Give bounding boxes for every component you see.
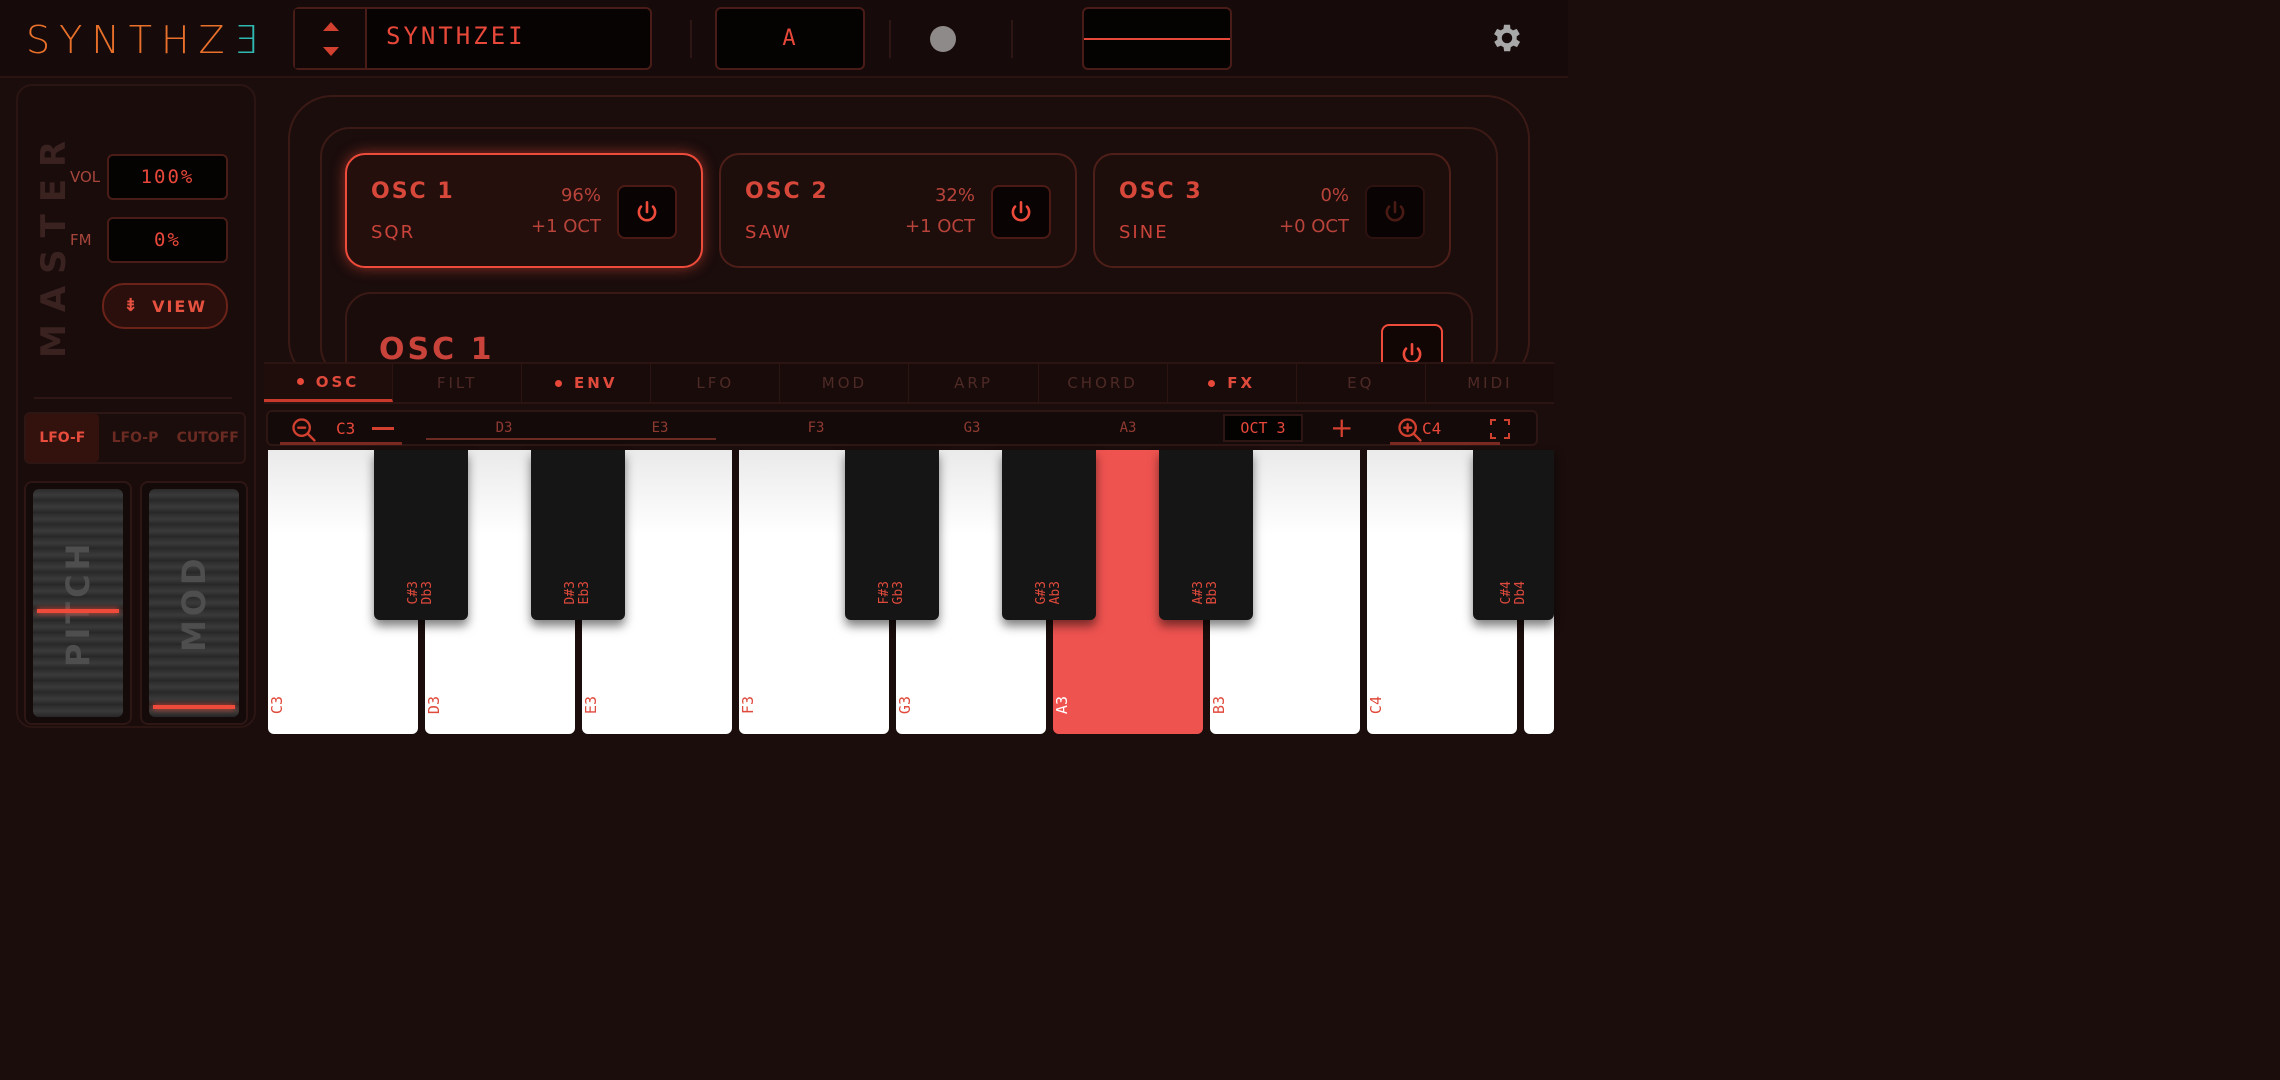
view-label: VIEW: [152, 296, 207, 316]
keyboard-range-strip[interactable]: C3 D3 E3 F3 G3 A3 B3 OCT 3 + C4: [266, 410, 1538, 446]
power-icon: [1011, 200, 1031, 222]
osc-level: 0%: [1320, 185, 1349, 206]
preset-name: SYNTHZEI: [386, 22, 526, 50]
view-button[interactable]: ⇟ VIEW: [102, 283, 228, 329]
tab-lfo[interactable]: LFO: [651, 364, 781, 402]
compress-icon: ⇟: [122, 295, 141, 316]
vol-label: VOL: [70, 168, 101, 186]
mod-wheel-indicator: [153, 705, 235, 709]
tab-osc[interactable]: OSC: [264, 364, 394, 402]
osc-level: 32%: [934, 185, 975, 206]
mod-label: MOD: [175, 554, 213, 652]
active-dot: [296, 378, 304, 385]
tab-chord[interactable]: CHORD: [1039, 364, 1168, 402]
tab-mod[interactable]: MOD: [780, 364, 910, 402]
tab-env[interactable]: ENV: [522, 364, 652, 402]
osc-wave: SINE: [1119, 222, 1169, 243]
mode-lfo-f[interactable]: LFO-F: [26, 414, 99, 462]
preset-down-icon[interactable]: [323, 47, 339, 56]
section-tabs: OSC FILT ENV LFO MOD ARP CHORD FX EQ MID…: [264, 362, 1554, 404]
settings-gear-icon[interactable]: [1489, 20, 1525, 56]
active-dot: [1208, 379, 1216, 387]
osc-name: OSC 1: [371, 179, 455, 204]
strip-note: A3: [1119, 420, 1137, 436]
tab-midi[interactable]: MIDI: [1426, 364, 1554, 402]
tab-filt[interactable]: FILT: [393, 364, 523, 402]
osc-2-card[interactable]: OSC 2 SAW 32% +1 OCT: [719, 153, 1077, 268]
range-start-note: C3: [336, 419, 356, 438]
osc-octave: +1 OCT: [531, 216, 601, 237]
strip-note: G3: [963, 420, 981, 436]
divider: [690, 20, 692, 58]
active-dot: [555, 379, 563, 387]
octave-label: OCT 3: [1223, 414, 1303, 442]
strip-note: E3: [651, 420, 669, 436]
tab-fx[interactable]: FX: [1168, 364, 1297, 402]
record-button[interactable]: [930, 26, 956, 52]
preset-up-icon[interactable]: [323, 22, 339, 31]
tab-eq[interactable]: EQ: [1297, 364, 1426, 402]
divider: [889, 20, 891, 58]
bank-display[interactable]: A: [715, 7, 865, 70]
range-indicator-right: [1390, 442, 1500, 445]
range-indicator-left: [280, 442, 402, 445]
osc-1-card[interactable]: OSC 1 SQR 96% +1 OCT: [345, 153, 703, 268]
mode-cutoff[interactable]: CUTOFF: [171, 414, 244, 462]
black-key-c-sharp-3[interactable]: C#3 Db3: [374, 450, 468, 620]
osc-wave: SAW: [745, 222, 792, 243]
black-key-f-sharp-3[interactable]: F#3 Gb3: [845, 450, 939, 620]
power-icon: [637, 200, 657, 222]
scope-line: [1084, 37, 1230, 40]
mode-lfo-p[interactable]: LFO-P: [99, 414, 172, 462]
osc-2-power-button[interactable]: [991, 185, 1051, 239]
strip-note: F3: [807, 420, 825, 436]
pitch-wheel-indicator: [37, 609, 119, 613]
black-key-g-sharp-3[interactable]: G#3 Ab3: [1002, 450, 1096, 620]
osc-1-power-button[interactable]: [617, 185, 677, 239]
scope-display: [1082, 7, 1232, 70]
fm-display[interactable]: 0%: [107, 217, 228, 263]
black-key-a-sharp-3[interactable]: A#3 Bb3: [1159, 450, 1253, 620]
osc-name: OSC 3: [1119, 179, 1203, 204]
preset-stepper[interactable]: [295, 9, 367, 68]
strip-note: D3: [495, 420, 513, 436]
black-key-d-sharp-3[interactable]: D#3 Eb3: [531, 450, 625, 620]
divider: [1011, 20, 1013, 58]
power-icon: [1385, 200, 1405, 222]
osc-wave: SQR: [371, 222, 416, 243]
osc-3-card[interactable]: OSC 3 SINE 0% +0 OCT: [1093, 153, 1451, 268]
fm-label: FM: [70, 231, 92, 249]
osc-name: OSC 2: [745, 179, 829, 204]
black-key-c-sharp-4[interactable]: C#4 Db4: [1473, 450, 1554, 620]
pitch-label: PITCH: [59, 539, 97, 667]
osc-level: 96%: [560, 185, 601, 206]
wheel-mode-selector: LFO-F LFO-P CUTOFF: [24, 412, 246, 464]
tab-arp[interactable]: ARP: [909, 364, 1039, 402]
divider: [34, 397, 232, 399]
osc-3-power-button[interactable]: [1365, 185, 1425, 239]
range-end-note: C4: [1422, 419, 1442, 438]
fullscreen-icon[interactable]: [1488, 417, 1512, 445]
osc-octave: +0 OCT: [1279, 216, 1349, 237]
vol-display[interactable]: 100%: [107, 154, 228, 200]
osc-octave: +1 OCT: [905, 216, 975, 237]
octave-down-button[interactable]: [372, 427, 394, 430]
octave-up-button[interactable]: +: [1330, 414, 1353, 442]
app-logo: SYNTHZƎ: [26, 18, 267, 62]
